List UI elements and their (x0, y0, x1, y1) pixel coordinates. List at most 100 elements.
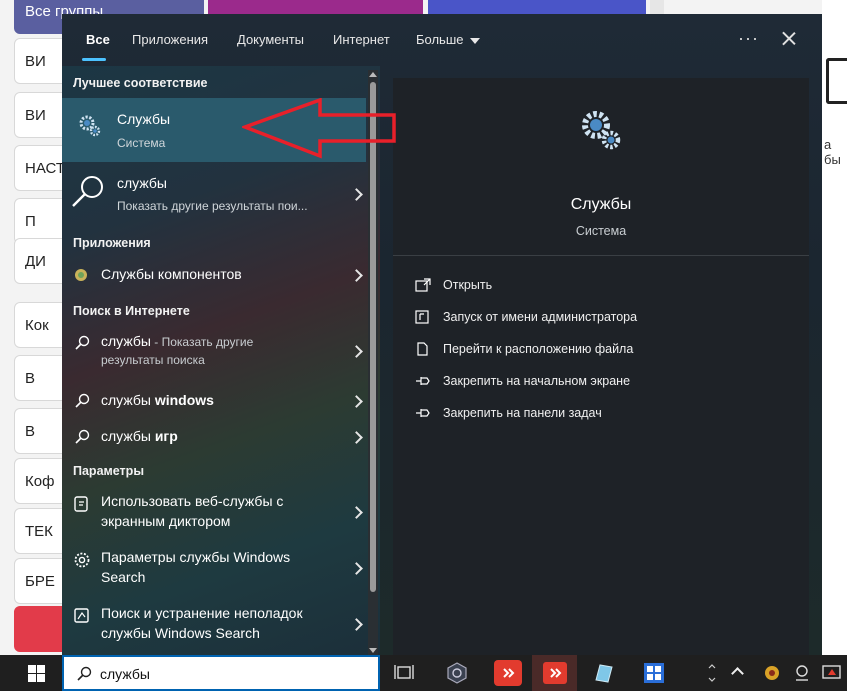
pin-icon (416, 377, 430, 385)
settings-result-line1: Использовать веб-службы с (101, 493, 284, 509)
chevron-right-icon (350, 345, 363, 358)
chevron-right-icon (350, 618, 363, 631)
action-label: Перейти к расположению файла (443, 342, 634, 356)
web-result-suggestion: игр (154, 428, 178, 444)
settings-result-line1: Поиск и устранение неполадок (101, 605, 303, 621)
scroll-up-icon[interactable] (369, 72, 377, 77)
annotation-arrow (242, 98, 396, 159)
network-icon[interactable] (820, 660, 844, 686)
web-result-text: службы игр (101, 428, 178, 444)
web-result-query: службы (101, 392, 155, 408)
search-icon (77, 666, 92, 681)
web-result-query: службы (101, 333, 151, 349)
gears-icon (79, 115, 101, 137)
taskbar-scroll[interactable] (707, 659, 717, 687)
search-more-title: службы (117, 175, 167, 191)
search-icon (75, 429, 90, 444)
detail-title: Службы (570, 196, 632, 213)
settings-result[interactable]: Поиск и устранение неполадок службы Wind… (62, 598, 366, 652)
web-result-query: службы (101, 428, 155, 444)
action-run-as-admin[interactable]: Запуск от имени администратора (415, 307, 637, 327)
search-icon (75, 393, 90, 408)
action-label: Открыть (443, 278, 493, 292)
action-pin-start[interactable]: Закрепить на начальном экране (415, 371, 630, 391)
gear-icon (74, 552, 90, 568)
app-result-title: Службы компонентов (101, 266, 242, 282)
chevron-right-icon (350, 562, 363, 575)
anydesk-active-icon[interactable] (532, 655, 577, 691)
shield-icon (415, 310, 429, 324)
detail-pane: Службы Система Открыть Запуск от имени а… (393, 78, 809, 655)
chevron-right-icon (350, 395, 363, 408)
settings-result-line2: экранным диктором (101, 513, 231, 529)
chevron-right-icon (350, 431, 363, 444)
tray-app-icon[interactable] (760, 660, 784, 686)
settings-result-line2: Search (101, 569, 146, 585)
action-label: Закрепить на начальном экране (443, 374, 631, 388)
camera-icon[interactable] (790, 660, 814, 686)
detail-divider (393, 255, 809, 256)
chevron-right-icon (350, 269, 363, 282)
bg-scrollbar[interactable] (650, 0, 664, 14)
component-services-icon (75, 269, 87, 281)
web-result[interactable]: службы - Показать другие результаты поис… (62, 326, 366, 376)
search-icon (75, 335, 90, 350)
tab-more[interactable]: Больше (416, 32, 480, 47)
best-match-title: Службы (117, 111, 171, 127)
search-more-subtitle: Показать другие результаты пои... (117, 199, 308, 213)
narrator-icon (74, 496, 88, 512)
active-tab-indicator (82, 58, 106, 61)
pin-icon (416, 409, 430, 417)
action-label: Запуск от имени администратора (443, 310, 638, 324)
ellipsis-icon[interactable]: ··· (738, 28, 759, 49)
section-best-match: Лучшее соответствие (73, 76, 208, 90)
section-apps: Приложения (73, 236, 151, 250)
section-web: Поиск в Интернете (73, 304, 190, 318)
best-match-subtitle: Система (117, 136, 166, 150)
web-result-hint-line2: результаты поиска (101, 353, 205, 367)
app-icon[interactable] (590, 660, 618, 686)
app-result[interactable]: Службы компонентов (62, 258, 366, 292)
chevron-right-icon (350, 506, 363, 519)
settings-result[interactable]: Параметры службы Windows Search (62, 542, 366, 596)
settings-result[interactable]: Использовать веб-службы с экранным дикто… (62, 486, 366, 540)
gears-icon (582, 111, 621, 150)
troubleshoot-icon (74, 608, 89, 623)
search-icon (72, 176, 103, 207)
search-input[interactable] (100, 664, 360, 684)
tab-web[interactable]: Интернет (333, 32, 390, 47)
action-open-file-location[interactable]: Перейти к расположению файла (415, 339, 633, 359)
action-label: Закрепить на панели задач (443, 406, 602, 420)
close-icon[interactable] (778, 28, 800, 50)
web-result-suggestion: windows (154, 392, 214, 408)
web-result[interactable]: службы windows (62, 386, 366, 418)
section-settings: Параметры (73, 464, 144, 478)
web-result[interactable]: службы игр (62, 422, 366, 454)
chevron-right-icon (350, 188, 363, 201)
action-pin-taskbar[interactable]: Закрепить на панели задач (415, 403, 602, 423)
tab-all[interactable]: Все (86, 32, 110, 47)
chevron-down-icon (469, 37, 480, 44)
chevron-up-icon[interactable] (731, 667, 744, 680)
app-icon[interactable] (640, 660, 668, 686)
anydesk-icon[interactable] (494, 660, 522, 686)
web-result-text: службы windows (101, 392, 214, 408)
windows-logo-icon[interactable] (28, 665, 45, 682)
scroll-down-icon[interactable] (369, 648, 377, 653)
taskbar (0, 655, 847, 691)
open-icon (415, 278, 431, 292)
search-tabs: Все Приложения Документы Интернет Больше… (62, 14, 822, 66)
bg-tile[interactable] (208, 0, 423, 14)
task-view-icon[interactable] (390, 660, 418, 686)
app-icon[interactable] (443, 660, 471, 686)
tab-documents[interactable]: Документы (237, 32, 304, 47)
search-more-result[interactable]: службы Показать другие результаты пои... (62, 164, 366, 226)
action-open[interactable]: Открыть (415, 275, 492, 295)
web-result-text: службы - Показать другие (101, 333, 253, 349)
taskbar-search-box[interactable] (62, 655, 380, 691)
tab-apps[interactable]: Приложения (132, 32, 208, 47)
settings-result-line1: Параметры службы Windows (101, 549, 291, 565)
document-icon (826, 58, 847, 104)
bg-text: а бы (824, 137, 841, 167)
bg-tile[interactable] (428, 0, 646, 14)
